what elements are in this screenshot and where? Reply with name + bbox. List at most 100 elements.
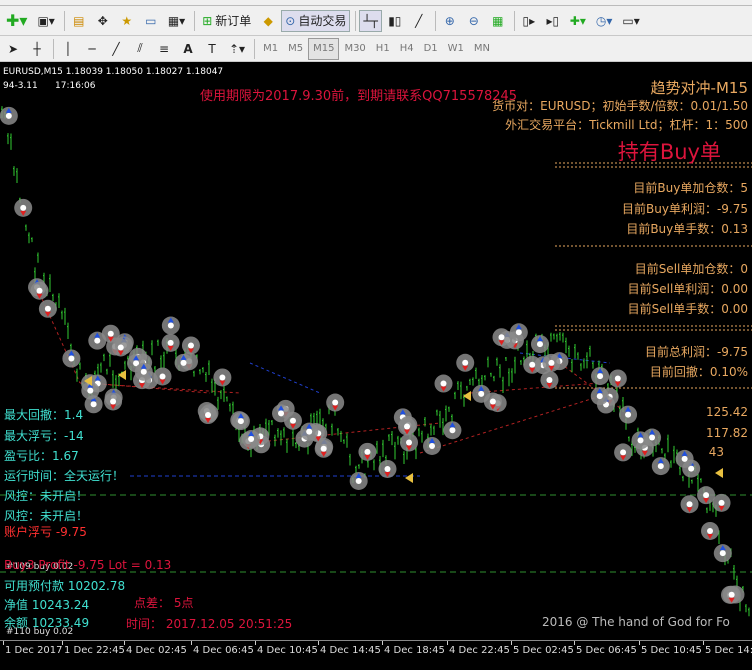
trade-marker-core	[90, 401, 97, 408]
text-icon[interactable]: A	[177, 38, 199, 60]
trade-marker-core	[681, 455, 688, 462]
current-drawdown: 目前回撤：0.10%	[649, 365, 748, 379]
trade-marker-core	[546, 376, 553, 383]
trade-marker-core	[429, 442, 436, 449]
periods-icon[interactable]: ◷▾	[592, 10, 617, 32]
drawing-toolbar: ➤ ┼ │ ─ ╱ ⫽ ≡ A T ⇡▾ M1 M5 M15 M30 H1 H4…	[0, 36, 752, 62]
time-axis-tick	[191, 641, 192, 645]
time-axis-label: 4 Dec 22:45	[449, 645, 510, 656]
horizontal-line-icon[interactable]: ─	[81, 38, 103, 60]
time-axis-tick	[511, 641, 512, 645]
navigator-icon[interactable]: ★	[116, 10, 138, 32]
timeframe-m30[interactable]: M30	[339, 38, 370, 60]
ea-version: 94-3.11	[3, 81, 38, 91]
buy-lots: 目前Buy单手数：0.13	[626, 222, 748, 236]
trade-marker-core	[107, 330, 114, 337]
trade-marker-core	[167, 339, 174, 346]
time-axis-tick	[3, 641, 4, 645]
indicators-icon[interactable]: ✚▾	[566, 10, 590, 32]
profit-ratio: 盈亏比：1.67	[4, 449, 79, 463]
time-axis-tick	[255, 641, 256, 645]
trade-marker-core	[94, 337, 101, 344]
templates-icon[interactable]: ▭▾	[618, 10, 643, 32]
holding-status: 持有Buy单	[617, 140, 721, 164]
fibonacci-icon[interactable]: ≡	[153, 38, 175, 60]
time-axis-label: 4 Dec 06:45	[193, 645, 254, 656]
timeframe-d1[interactable]: D1	[419, 38, 443, 60]
terminal-icon[interactable]: ▭	[140, 10, 162, 32]
time-axis-label: 5 Dec 10:45	[641, 645, 702, 656]
buy-summary: Buy3 Profit -9.75 Lot = 0.13	[4, 558, 172, 572]
trade-marker-core	[686, 501, 693, 508]
trade-marker-core	[649, 434, 656, 441]
metaeditor-icon[interactable]: ◆	[257, 10, 279, 32]
trade-marker-core	[364, 448, 371, 455]
timeframe-m5[interactable]: M5	[283, 38, 308, 60]
spread-info: 点差： 5点	[134, 596, 194, 610]
time-axis-label: 4 Dec 18:45	[384, 645, 445, 656]
time-axis-tick	[574, 641, 575, 645]
vertical-line-icon[interactable]: │	[57, 38, 79, 60]
time-axis-label: 5 Dec 02:45	[513, 645, 574, 656]
chart-shift-icon[interactable]: ▯▸	[518, 10, 540, 32]
trade-marker-core	[140, 368, 147, 375]
trade-marker-core	[703, 492, 710, 499]
trade-marker-core	[110, 398, 117, 405]
auto-trading-button[interactable]: ⊙ 自动交易	[281, 9, 351, 32]
bar-chart-icon[interactable]: ┴┬	[359, 9, 382, 32]
zoom-in-icon[interactable]: ⊕	[439, 10, 461, 32]
new-order-button[interactable]: ⊞ 新订单	[198, 10, 255, 32]
timeframe-w1[interactable]: W1	[443, 38, 469, 60]
zoom-out-icon[interactable]: ⊖	[463, 10, 485, 32]
trade-marker-core	[498, 334, 505, 341]
time-axis-label: 4 Dec 14:45	[320, 645, 381, 656]
trade-marker-core	[5, 112, 12, 119]
trade-marker-core	[707, 527, 714, 534]
timeframe-h4[interactable]: H4	[395, 38, 419, 60]
total-profit: 目前总利润：-9.75	[644, 345, 748, 359]
trade-marker-core	[489, 398, 496, 405]
trade-marker-core	[620, 449, 627, 456]
risk-control-1: 风控：未开启！	[4, 489, 89, 503]
channel-icon[interactable]: ⫽	[129, 38, 151, 60]
candlestick-icon[interactable]: ▮▯	[384, 10, 406, 32]
new-chart-icon[interactable]: ✚▾	[2, 10, 31, 32]
autoscroll-icon[interactable]: ▸▯	[542, 10, 564, 32]
trade-marker-core	[449, 427, 456, 434]
trade-marker-core	[657, 463, 664, 470]
text-label-icon[interactable]: T	[201, 38, 223, 60]
tile-windows-icon[interactable]: ▦	[487, 10, 509, 32]
time-axis-label: 1 Dec 2017	[5, 645, 63, 656]
price-chart[interactable]: EURUSD,M15 1.18039 1.18050 1.18027 1.180…	[0, 63, 752, 640]
timeframe-m15[interactable]: M15	[308, 37, 340, 60]
trade-marker-core	[440, 380, 447, 387]
trade-marker-core	[462, 359, 469, 366]
line-chart-icon[interactable]: ╱	[408, 10, 430, 32]
timeframe-mn[interactable]: MN	[469, 38, 495, 60]
trade-marker-core	[205, 412, 212, 419]
run-time: 运行时间：全天运行！	[4, 469, 125, 483]
timeframe-m1[interactable]: M1	[258, 38, 283, 60]
max-drawdown: 最大回撤：1.4	[4, 408, 84, 422]
profiles-icon[interactable]: ▣▾	[33, 10, 58, 32]
trade-marker-core	[625, 411, 632, 418]
tester-icon[interactable]: ▦▾	[164, 10, 189, 32]
available-margin: 可用预付款 10202.78	[4, 579, 126, 593]
market-watch-icon[interactable]: ▤	[68, 10, 90, 32]
max-float-loss: 最大浮亏：-14	[4, 429, 84, 443]
trade-marker-core	[320, 445, 327, 452]
trade-marker-core	[384, 465, 391, 472]
trade-marker-core	[44, 305, 51, 312]
timeframe-h1[interactable]: H1	[371, 38, 395, 60]
time-axis-label: 4 Dec 02:45	[126, 645, 187, 656]
time-axis-tick	[124, 641, 125, 645]
arrows-icon[interactable]: ⇡▾	[225, 38, 249, 60]
crosshair-icon[interactable]: ┼	[26, 38, 48, 60]
new-order-icon: ⊞	[202, 13, 213, 28]
symbol-info: EURUSD,M15 1.18039 1.18050 1.18027 1.180…	[3, 67, 224, 77]
trendline-icon[interactable]: ╱	[105, 38, 127, 60]
cursor-icon[interactable]: ➤	[2, 38, 24, 60]
trade-marker-core	[167, 322, 174, 329]
crosshair-nav-icon[interactable]: ✥	[92, 10, 114, 32]
time-axis-tick	[447, 641, 448, 645]
